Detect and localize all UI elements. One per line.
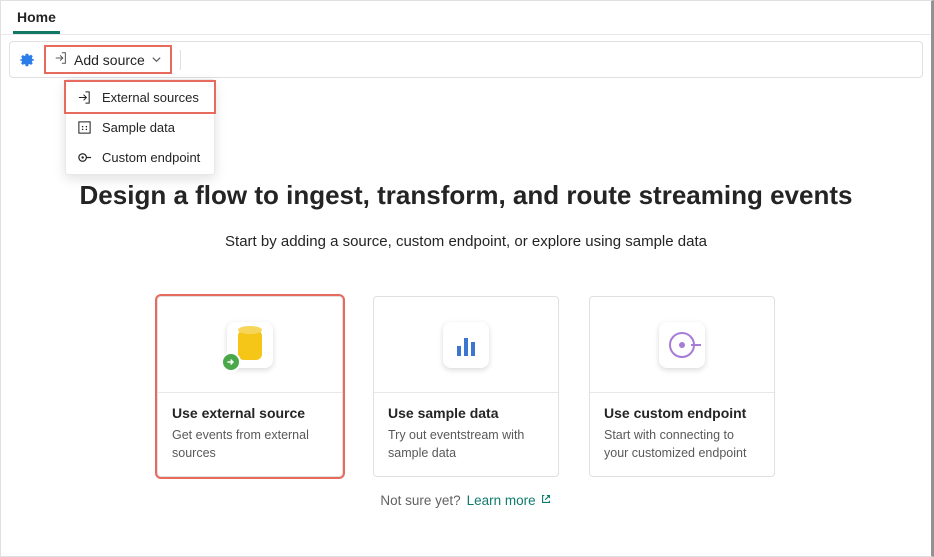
sample-data-tile-icon [443, 322, 489, 368]
endpoint-icon [669, 332, 695, 358]
add-source-button[interactable]: Add source [46, 47, 170, 72]
card-title: Use sample data [388, 405, 544, 421]
database-icon [238, 330, 262, 360]
external-source-tile-icon [227, 322, 273, 368]
card-icon-area [374, 297, 558, 393]
custom-endpoint-tile-icon [659, 322, 705, 368]
card-row: Use external source Get events from exte… [21, 296, 911, 477]
external-sources-icon [76, 89, 92, 105]
card-body: Use sample data Try out eventstream with… [374, 393, 558, 476]
chevron-down-icon [151, 52, 162, 68]
dropdown-item-external-sources[interactable]: External sources [66, 82, 214, 112]
sample-data-icon [76, 119, 92, 135]
toolbar-divider [180, 50, 181, 70]
tab-home[interactable]: Home [13, 1, 60, 34]
not-sure-label: Not sure yet? [380, 493, 460, 508]
card-icon-area [590, 297, 774, 393]
external-link-icon [540, 493, 552, 508]
learn-more-link[interactable]: Learn more [467, 493, 552, 508]
card-icon-area [158, 297, 342, 393]
toolbar: Add source [9, 41, 923, 78]
arrow-badge-icon [221, 352, 241, 372]
page-subtitle: Start by adding a source, custom endpoin… [21, 233, 911, 250]
dropdown-item-custom-endpoint[interactable]: Custom endpoint [66, 142, 214, 172]
card-description: Start with connecting to your customized… [604, 427, 760, 462]
card-use-sample-data[interactable]: Use sample data Try out eventstream with… [373, 296, 559, 477]
add-source-dropdown: External sources Sample data Custom endp… [65, 79, 215, 175]
card-body: Use external source Get events from exte… [158, 393, 342, 476]
custom-endpoint-icon [76, 149, 92, 165]
card-description: Get events from external sources [172, 427, 328, 462]
dropdown-item-sample-data[interactable]: Sample data [66, 112, 214, 142]
page-title: Design a flow to ingest, transform, and … [21, 180, 911, 211]
card-use-external-source[interactable]: Use external source Get events from exte… [157, 296, 343, 477]
dropdown-item-label: Sample data [102, 120, 175, 135]
card-title: Use external source [172, 405, 328, 421]
not-sure-row: Not sure yet? Learn more [21, 493, 911, 508]
dropdown-item-label: Custom endpoint [102, 150, 200, 165]
toolbar-container: Add source [1, 35, 931, 84]
card-use-custom-endpoint[interactable]: Use custom endpoint Start with connectin… [589, 296, 775, 477]
add-source-label: Add source [74, 52, 145, 68]
card-description: Try out eventstream with sample data [388, 427, 544, 462]
learn-more-label: Learn more [467, 493, 536, 508]
card-body: Use custom endpoint Start with connectin… [590, 393, 774, 476]
tab-strip: Home [1, 1, 931, 35]
card-title: Use custom endpoint [604, 405, 760, 421]
settings-icon[interactable] [18, 51, 36, 69]
dropdown-item-label: External sources [102, 90, 199, 105]
add-source-icon [54, 51, 68, 68]
bar-chart-icon [457, 334, 475, 356]
